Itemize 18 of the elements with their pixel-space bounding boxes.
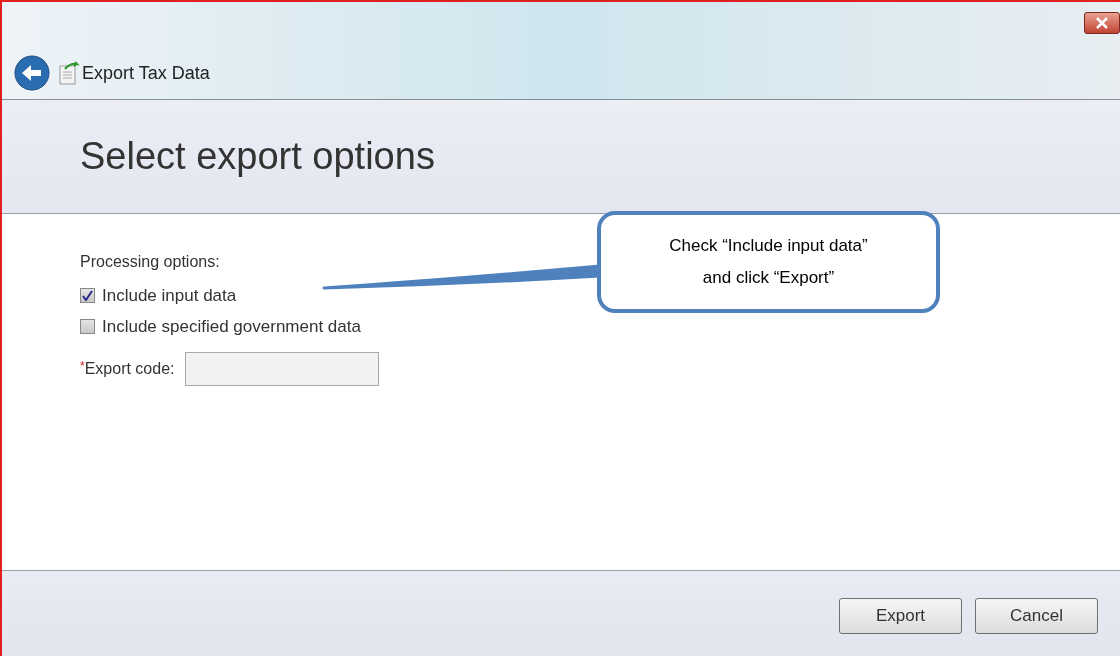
checkbox-label: Include input data — [102, 284, 237, 307]
cancel-button[interactable]: Cancel — [975, 597, 1098, 634]
page-heading: Select export options — [80, 134, 435, 179]
close-button[interactable] — [1084, 12, 1120, 34]
document-export-icon — [58, 61, 80, 85]
checkbox[interactable] — [80, 288, 95, 303]
callout-text: Check “Include input data” — [669, 235, 868, 257]
callout-text: and click “Export” — [702, 267, 835, 289]
section-label: Processing options: — [80, 252, 221, 272]
export-code-field[interactable] — [184, 352, 379, 386]
field-label: Export code: — [84, 359, 175, 379]
checkbox-label: Include specified government data — [102, 315, 361, 338]
close-icon — [1095, 17, 1109, 29]
checkbox[interactable] — [80, 319, 95, 334]
required-mark: * — [80, 358, 85, 373]
window-title: Export Tax Data — [82, 61, 210, 85]
checkmark-icon — [82, 290, 93, 301]
export-button[interactable]: Export — [839, 597, 962, 634]
